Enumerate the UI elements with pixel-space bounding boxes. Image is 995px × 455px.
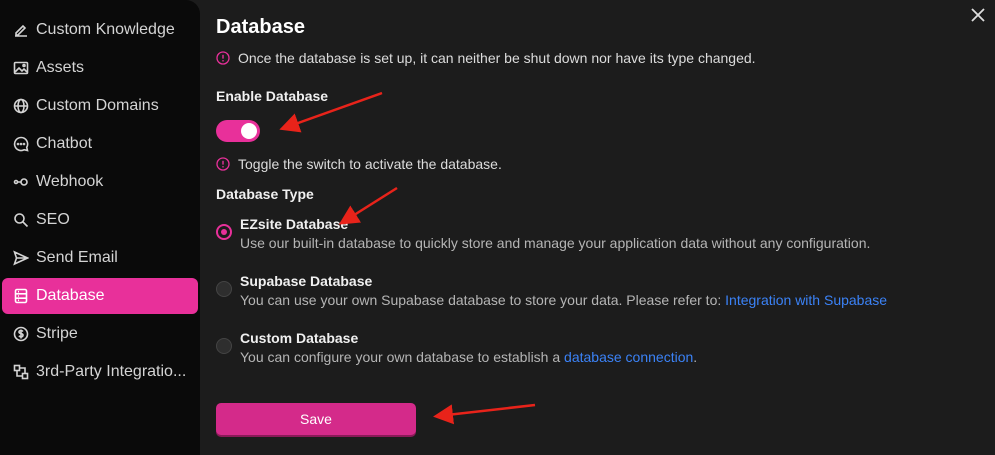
sidebar-item-label: Custom Knowledge — [36, 21, 175, 38]
close-button[interactable] — [969, 6, 987, 24]
sidebar-item-label: Assets — [36, 59, 85, 76]
globe-icon — [12, 97, 30, 115]
radio-supabase-database[interactable] — [216, 281, 232, 297]
info-circle-icon — [216, 51, 230, 65]
option-ezsite-database: EZsite Database Use our built-in databas… — [216, 215, 870, 253]
sidebar-item-custom-domains[interactable]: Custom Domains — [2, 88, 198, 124]
sidebar-item-assets[interactable]: Assets — [2, 50, 198, 86]
sidebar-item-send-email[interactable]: Send Email — [2, 240, 198, 276]
sidebar-item-label: Stripe — [36, 325, 78, 342]
toggle-knob — [241, 123, 257, 139]
toggle-hint-text: Toggle the switch to activate the databa… — [238, 156, 502, 172]
option-supabase-database: Supabase Database You can use your own S… — [216, 272, 887, 310]
webhook-icon — [12, 173, 30, 191]
sidebar-item-stripe[interactable]: Stripe — [2, 316, 198, 352]
option-description: Use our built-in database to quickly sto… — [240, 235, 871, 251]
option-title: Supabase Database — [240, 273, 373, 289]
enable-database-label: Enable Database — [216, 88, 329, 104]
option-description: You can configure your own database to e… — [240, 349, 565, 365]
send-icon — [12, 249, 30, 267]
database-connection-link[interactable]: database connection — [564, 349, 693, 365]
chat-bubble-icon — [12, 135, 30, 153]
sidebar-item-database[interactable]: Database — [2, 278, 198, 314]
sidebar-item-label: Custom Domains — [36, 97, 159, 114]
database-type-label: Database Type — [216, 186, 314, 202]
search-icon — [12, 211, 30, 229]
radio-ezsite-database[interactable] — [216, 224, 232, 240]
setup-warning-text: Once the database is set up, it can neit… — [238, 50, 756, 66]
sidebar-item-label: Database — [36, 287, 105, 304]
close-icon — [971, 8, 985, 22]
sidebar-item-seo[interactable]: SEO — [2, 202, 198, 238]
image-icon — [12, 59, 30, 77]
sidebar-item-3rd-party-integrations[interactable]: 3rd-Party Integratio... — [2, 354, 198, 390]
option-description: You can use your own Supabase database t… — [240, 292, 726, 308]
database-settings-panel: Database Once the database is set up, it… — [200, 0, 995, 455]
save-button[interactable]: Save — [216, 403, 416, 435]
pencil-icon — [12, 21, 30, 39]
info-circle-icon — [216, 157, 230, 171]
option-title: EZsite Database — [240, 216, 349, 232]
sidebar-item-webhook[interactable]: Webhook — [2, 164, 198, 200]
sidebar: Custom Knowledge Assets Custom Domains C… — [0, 0, 200, 455]
option-description-suffix: . — [693, 349, 698, 365]
database-icon — [12, 287, 30, 305]
sidebar-item-label: Send Email — [36, 249, 118, 266]
sidebar-item-label: Chatbot — [36, 135, 93, 152]
sidebar-item-label: Webhook — [36, 173, 104, 190]
integration-with-supabase-link[interactable]: Integration with Supabase — [725, 292, 887, 308]
page-title: Database — [216, 16, 305, 38]
enable-database-toggle[interactable] — [216, 120, 260, 142]
option-title: Custom Database — [240, 330, 359, 346]
radio-custom-database[interactable] — [216, 338, 232, 354]
sidebar-item-custom-knowledge[interactable]: Custom Knowledge — [2, 12, 198, 48]
dollar-icon — [12, 325, 30, 343]
toggle-hint: Toggle the switch to activate the databa… — [216, 156, 502, 172]
setup-warning: Once the database is set up, it can neit… — [216, 50, 756, 66]
sidebar-item-chatbot[interactable]: Chatbot — [2, 126, 198, 162]
sidebar-item-label: SEO — [36, 211, 70, 228]
option-custom-database: Custom Database You can configure your o… — [216, 329, 697, 367]
integration-icon — [12, 363, 30, 381]
sidebar-item-label: 3rd-Party Integratio... — [36, 363, 187, 380]
